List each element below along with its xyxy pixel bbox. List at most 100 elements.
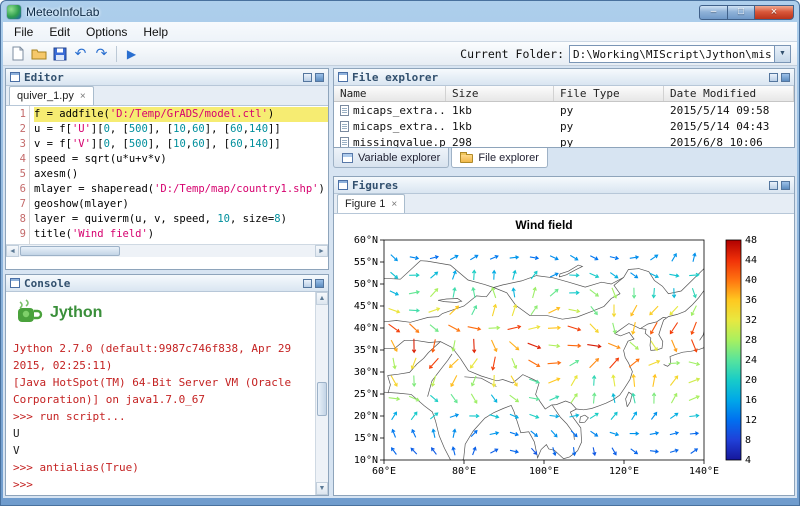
file-table-header[interactable]: NameSizeFile TypeDate Modified xyxy=(334,86,794,102)
figure-1-tab[interactable]: Figure 1 × xyxy=(337,194,405,213)
code-editor[interactable]: 12345678910 f = addfile('D:/Temp/GrADS/m… xyxy=(6,106,328,257)
code-text[interactable]: f = addfile('D:/Temp/GrADS/model.ctl')u … xyxy=(30,106,328,257)
table-row[interactable]: micaps_extra...1kbpy2015/5/14 09:58 xyxy=(334,102,794,118)
minimize-button[interactable]: – xyxy=(699,5,727,20)
column-header-name[interactable]: Name xyxy=(334,86,446,101)
editor-tab-quiver_1[interactable]: quiver_1.py × xyxy=(9,86,94,105)
line-number: 8 xyxy=(6,212,26,227)
open-file-button[interactable] xyxy=(28,44,49,64)
file-explorer-maximize-button[interactable] xyxy=(781,73,790,82)
redo-icon: ↷ xyxy=(96,47,108,61)
figures-panel-title: Figures xyxy=(352,179,398,192)
variable-explorer-icon xyxy=(342,153,353,163)
x-tick-label: 80°E xyxy=(452,466,476,477)
console-output[interactable]: Jython 2.7.0 (default:9987c746f838, Apr … xyxy=(13,340,312,493)
column-header-date-modified[interactable]: Date Modified xyxy=(664,86,794,101)
maximize-button[interactable]: □ xyxy=(727,5,754,20)
menu-help[interactable]: Help xyxy=(135,23,176,41)
figures-maximize-button[interactable] xyxy=(781,181,790,190)
dock-tab-variable-explorer[interactable]: Variable explorer xyxy=(333,148,449,168)
file-size-cell: 1kb xyxy=(446,118,554,134)
console-maximize-button[interactable] xyxy=(315,279,324,288)
undo-button[interactable]: ↶ xyxy=(70,44,91,64)
code-line[interactable]: u = f['U'][0, [500], [10,60], [60,140]] xyxy=(34,122,328,137)
file-explorer-panel-title: File explorer xyxy=(352,71,438,84)
console-vertical-scrollbar[interactable]: ▲ ▼ xyxy=(315,292,328,495)
table-row[interactable]: missingvalue.py298py2015/6/8 10:06 xyxy=(334,134,794,147)
redo-button[interactable]: ↷ xyxy=(91,44,112,64)
dock-tab-file-explorer[interactable]: File explorer xyxy=(451,148,548,168)
y-tick-label: 10°N xyxy=(354,455,378,466)
current-folder-label: Current Folder: xyxy=(460,47,564,61)
editor-tab-label: quiver_1.py xyxy=(17,90,74,102)
console-line: >>> run script... xyxy=(13,408,312,425)
figures-float-button[interactable] xyxy=(769,181,778,190)
colorbar-tick-label: 8 xyxy=(745,435,751,446)
console-panel-title: Console xyxy=(24,277,70,290)
line-number: 1 xyxy=(6,107,26,122)
colorbar-tick-label: 44 xyxy=(745,255,757,266)
current-folder-combobox[interactable]: D:\Working\MIScript\Jython\mis ▼ xyxy=(569,45,791,63)
editor-panel-icon xyxy=(10,72,20,82)
current-folder-zone: Current Folder: D:\Working\MIScript\Jyth… xyxy=(460,45,791,63)
scroll-right-icon[interactable]: ► xyxy=(315,245,328,257)
scroll-up-icon[interactable]: ▲ xyxy=(316,292,328,305)
save-file-button[interactable] xyxy=(49,44,70,64)
line-number: 5 xyxy=(6,167,26,182)
file-name-cell: micaps_extra... xyxy=(334,102,446,118)
current-folder-value[interactable]: D:\Working\MIScript\Jython\mis xyxy=(570,46,774,62)
editor-hscroll-thumb[interactable] xyxy=(20,246,120,256)
titlebar[interactable]: MeteoInfoLab – □ × xyxy=(0,0,800,22)
y-tick-label: 40°N xyxy=(354,323,378,334)
colorbar-tick-label: 36 xyxy=(745,295,757,306)
menu-file[interactable]: File xyxy=(6,23,41,41)
figure-tab-close-icon[interactable]: × xyxy=(391,199,397,210)
table-row[interactable]: micaps_extra...1kbpy2015/5/14 04:43 xyxy=(334,118,794,134)
colorbar-tick-label: 16 xyxy=(745,395,757,406)
file-explorer-icon xyxy=(460,154,473,163)
y-tick-label: 45°N xyxy=(354,301,378,312)
code-line[interactable]: mlayer = shaperead('D:/Temp/map/country1… xyxy=(34,182,328,197)
new-file-button[interactable] xyxy=(7,44,28,64)
code-line[interactable]: geoshow(mlayer) xyxy=(34,197,328,212)
jython-logo-text: Jython xyxy=(50,304,102,322)
menu-edit[interactable]: Edit xyxy=(41,23,78,41)
py-file-icon xyxy=(340,105,349,116)
editor-panel-title: Editor xyxy=(24,71,64,84)
tab-close-icon[interactable]: × xyxy=(80,91,86,102)
file-modified-cell: 2015/5/14 04:43 xyxy=(664,118,794,134)
column-header-size[interactable]: Size xyxy=(446,86,554,101)
code-line[interactable]: title('Wind field') xyxy=(34,227,328,242)
jython-logo: Jython xyxy=(14,298,102,328)
close-button[interactable]: × xyxy=(754,5,794,20)
console-float-button[interactable] xyxy=(303,279,312,288)
run-script-button[interactable]: ▶ xyxy=(121,44,142,64)
code-line[interactable]: layer = quiverm(u, v, speed, 10, size=8) xyxy=(34,212,328,227)
scroll-down-icon[interactable]: ▼ xyxy=(316,482,328,495)
combo-dropdown-button[interactable]: ▼ xyxy=(774,46,790,62)
file-size-cell: 1kb xyxy=(446,102,554,118)
file-name-cell: micaps_extra... xyxy=(334,118,446,134)
console-body[interactable]: Jython Jython 2.7.0 (default:9987c746f83… xyxy=(6,292,328,495)
console-panel-header: Console xyxy=(6,275,328,292)
code-line[interactable]: f = addfile('D:/Temp/GrADS/model.ctl') xyxy=(34,107,328,122)
wind-field-figure-canvas: Wind field60°E80°E100°E120°E140°E10°N15°… xyxy=(334,214,794,495)
figures-panel-header: Figures xyxy=(334,177,794,194)
line-number-gutter: 12345678910 xyxy=(6,106,30,257)
code-line[interactable]: axesm() xyxy=(34,167,328,182)
file-explorer-float-button[interactable] xyxy=(769,73,778,82)
editor-horizontal-scrollbar[interactable]: ◄ ► xyxy=(6,244,328,257)
console-line: >>> antialias(True) xyxy=(13,459,312,476)
console-vscroll-thumb[interactable] xyxy=(317,382,327,416)
run-icon: ▶ xyxy=(127,48,136,60)
editor-panel-header: Editor xyxy=(6,69,328,86)
file-type-cell: py xyxy=(554,134,664,147)
file-modified-cell: 2015/6/8 10:06 xyxy=(664,134,794,147)
scroll-left-icon[interactable]: ◄ xyxy=(6,245,19,257)
column-header-file-type[interactable]: File Type xyxy=(554,86,664,101)
editor-maximize-button[interactable] xyxy=(315,73,324,82)
editor-float-button[interactable] xyxy=(303,73,312,82)
code-line[interactable]: speed = sqrt(u*u+v*v) xyxy=(34,152,328,167)
code-line[interactable]: v = f['V'][0, [500], [10,60], [60,140]] xyxy=(34,137,328,152)
menu-options[interactable]: Options xyxy=(78,23,135,41)
